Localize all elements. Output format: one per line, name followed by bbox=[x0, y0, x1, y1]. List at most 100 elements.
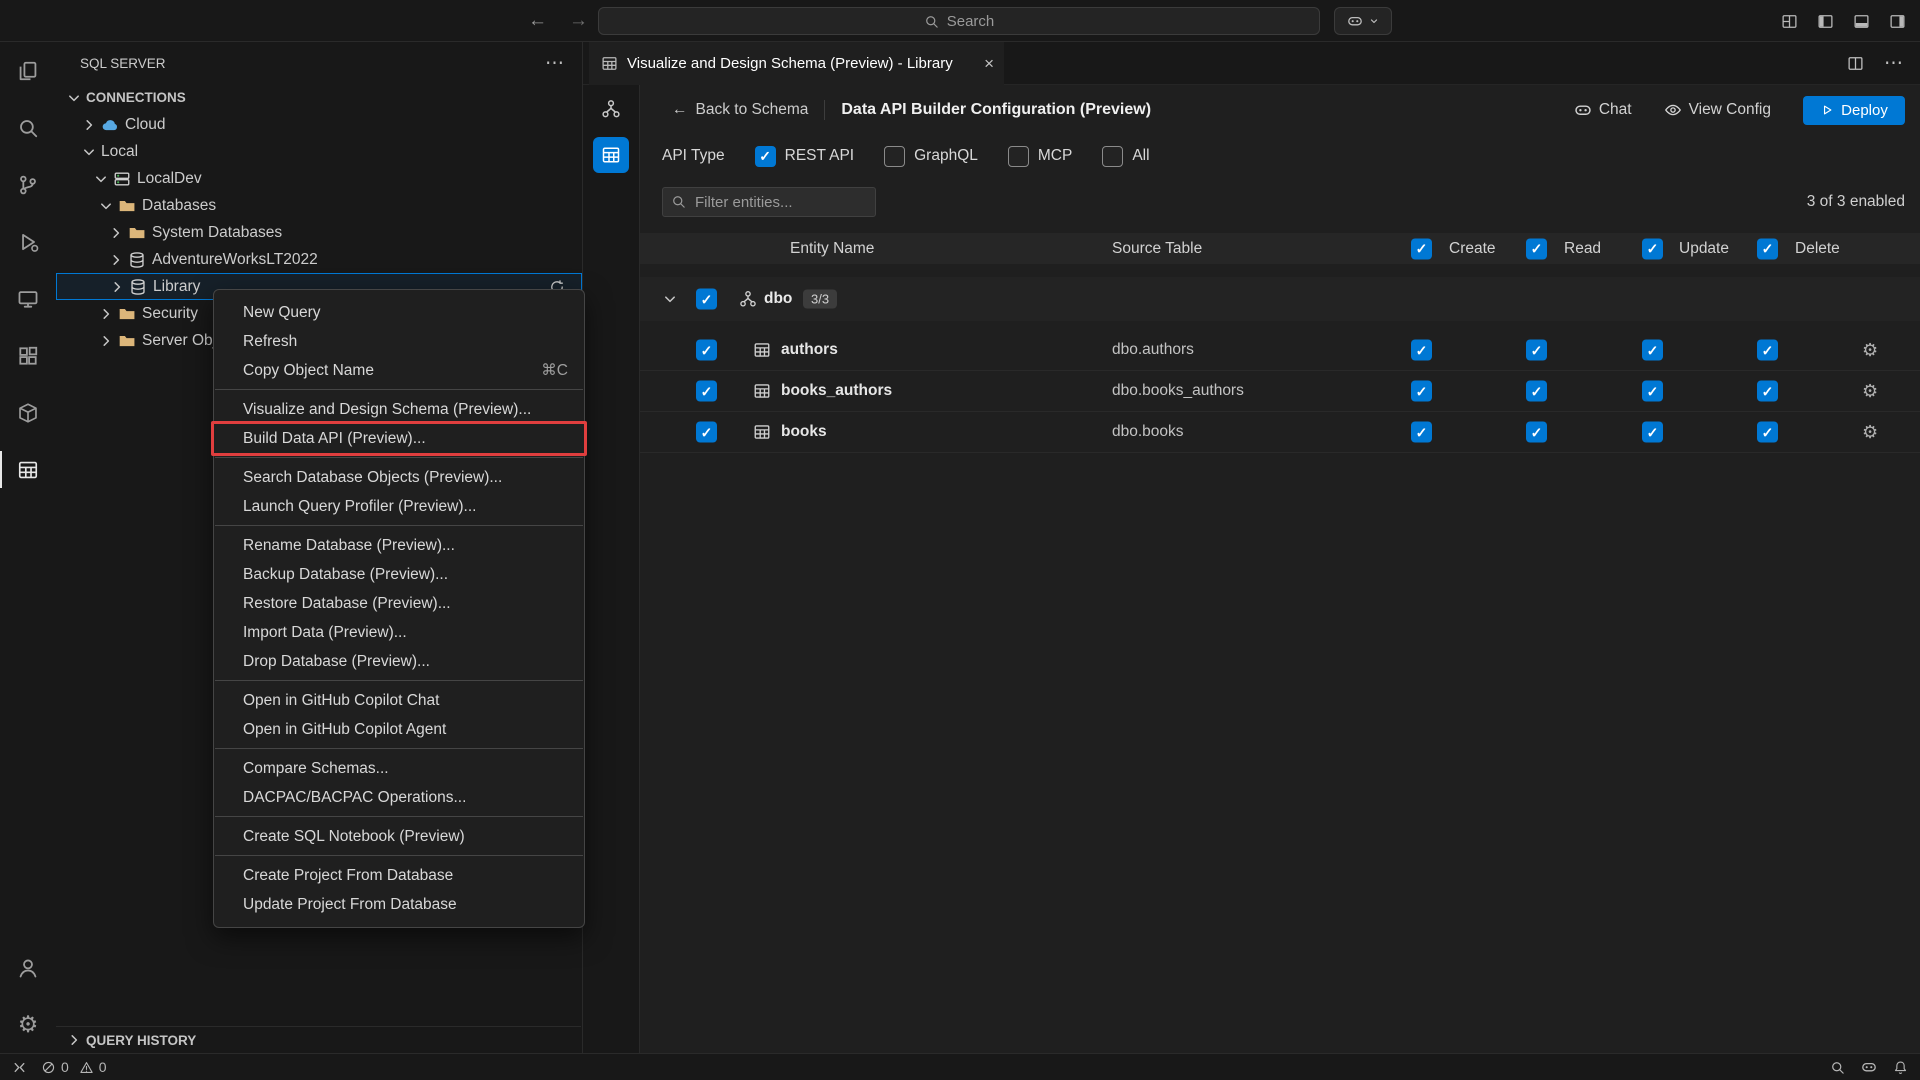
row-settings-gear-icon[interactable]: ⚙ bbox=[1862, 341, 1878, 359]
notifications[interactable] bbox=[1893, 1060, 1908, 1075]
command-center-search[interactable]: Search bbox=[598, 7, 1320, 35]
chat-button[interactable]: Chat bbox=[1574, 101, 1632, 119]
mcp-checkbox[interactable] bbox=[1008, 146, 1029, 167]
schema-group-row-dbo[interactable]: ✓ dbo 3/3 bbox=[640, 277, 1920, 321]
activity-run-debug[interactable] bbox=[0, 213, 56, 270]
copilot-status[interactable] bbox=[1861, 1059, 1877, 1075]
create-checkbox[interactable]: ✓ bbox=[1411, 422, 1432, 443]
activity-extensions[interactable] bbox=[0, 327, 56, 384]
read-checkbox[interactable]: ✓ bbox=[1526, 340, 1547, 361]
activity-settings[interactable]: ⚙ bbox=[0, 996, 56, 1053]
menu-item-launch-query-profiler[interactable]: Launch Query Profiler (Preview)... bbox=[214, 492, 584, 521]
deploy-button[interactable]: Deploy bbox=[1803, 96, 1905, 125]
toggle-panel-icon[interactable] bbox=[1853, 13, 1870, 30]
table-icon bbox=[753, 382, 771, 400]
api-option-all[interactable]: All bbox=[1102, 146, 1149, 167]
run-debug-icon bbox=[17, 231, 39, 253]
create-checkbox[interactable]: ✓ bbox=[1411, 381, 1432, 402]
menu-item-restore-database[interactable]: Restore Database (Preview)... bbox=[214, 589, 584, 618]
sidebar-more-actions[interactable]: ⋯ bbox=[545, 52, 564, 75]
delete-checkbox[interactable]: ✓ bbox=[1757, 381, 1778, 402]
query-history-section-header[interactable]: QUERY HISTORY bbox=[56, 1026, 581, 1053]
activity-search[interactable] bbox=[0, 99, 56, 156]
delete-checkbox[interactable]: ✓ bbox=[1757, 422, 1778, 443]
create-all-checkbox[interactable]: ✓ bbox=[1411, 238, 1432, 259]
group-checkbox[interactable]: ✓ bbox=[696, 289, 717, 310]
filter-entities-input[interactable] bbox=[662, 187, 876, 217]
tree-item-cloud[interactable]: Cloud bbox=[56, 111, 582, 138]
menu-item-create-project-from-database[interactable]: Create Project From Database bbox=[214, 861, 584, 890]
menu-item-compare-schemas[interactable]: Compare Schemas... bbox=[214, 754, 584, 783]
menu-item-search-database-objects[interactable]: Search Database Objects (Preview)... bbox=[214, 463, 584, 492]
view-config-button[interactable]: View Config bbox=[1664, 101, 1771, 119]
activity-remote-explorer[interactable] bbox=[0, 270, 56, 327]
read-checkbox[interactable]: ✓ bbox=[1526, 381, 1547, 402]
toggle-secondary-sidebar-icon[interactable] bbox=[1889, 13, 1906, 30]
zoom-indicator[interactable] bbox=[1830, 1060, 1845, 1075]
menu-item-import-data[interactable]: Import Data (Preview)... bbox=[214, 618, 584, 647]
menu-item-open-copilot-agent[interactable]: Open in GitHub Copilot Agent bbox=[214, 715, 584, 744]
tree-item-system-databases[interactable]: System Databases bbox=[56, 219, 582, 246]
tree-item-databases[interactable]: Databases bbox=[56, 192, 582, 219]
menu-item-refresh[interactable]: Refresh bbox=[214, 327, 584, 356]
rest-api-checkbox[interactable]: ✓ bbox=[755, 146, 776, 167]
row-checkbox[interactable]: ✓ bbox=[696, 381, 717, 402]
more-actions-icon[interactable]: ⋯ bbox=[1884, 54, 1903, 73]
activity-source-control[interactable] bbox=[0, 156, 56, 213]
close-icon[interactable]: × bbox=[984, 55, 994, 72]
menu-item-backup-database[interactable]: Backup Database (Preview)... bbox=[214, 560, 584, 589]
table-row-books-authors[interactable]: ✓ books_authors dbo.books_authors ✓ ✓ ✓ … bbox=[640, 371, 1920, 412]
menu-item-copy-object-name[interactable]: Copy Object Name⌘C bbox=[214, 356, 584, 385]
api-option-mcp[interactable]: MCP bbox=[1008, 146, 1072, 167]
tab-visualize-design-schema[interactable]: Visualize and Design Schema (Preview) - … bbox=[589, 42, 1004, 85]
nav-forward-icon[interactable]: → bbox=[569, 10, 588, 32]
menu-item-create-sql-notebook[interactable]: Create SQL Notebook (Preview) bbox=[214, 822, 584, 851]
create-checkbox[interactable]: ✓ bbox=[1411, 340, 1432, 361]
row-settings-gear-icon[interactable]: ⚙ bbox=[1862, 382, 1878, 400]
table-row-authors[interactable]: ✓ authors dbo.authors ✓ ✓ ✓ ✓ ⚙ bbox=[640, 330, 1920, 371]
row-checkbox[interactable]: ✓ bbox=[696, 422, 717, 443]
tree-item-local[interactable]: Local bbox=[56, 138, 582, 165]
connections-section-header[interactable]: CONNECTIONS bbox=[56, 84, 582, 111]
menu-item-rename-database[interactable]: Rename Database (Preview)... bbox=[214, 531, 584, 560]
row-checkbox[interactable]: ✓ bbox=[696, 340, 717, 361]
schema-diagram-view-button[interactable] bbox=[593, 91, 629, 127]
table-row-books[interactable]: ✓ books dbo.books ✓ ✓ ✓ ✓ ⚙ bbox=[640, 412, 1920, 453]
activity-database-projects[interactable] bbox=[0, 384, 56, 441]
row-settings-gear-icon[interactable]: ⚙ bbox=[1862, 423, 1878, 441]
menu-item-drop-database[interactable]: Drop Database (Preview)... bbox=[214, 647, 584, 676]
api-option-graphql[interactable]: GraphQL bbox=[884, 146, 978, 167]
customize-layout-icon[interactable] bbox=[1781, 13, 1798, 30]
remote-indicator[interactable] bbox=[12, 1060, 27, 1075]
read-all-checkbox[interactable]: ✓ bbox=[1526, 238, 1547, 259]
menu-item-visualize-design-schema[interactable]: Visualize and Design Schema (Preview)... bbox=[214, 395, 584, 424]
chevron-down-icon[interactable] bbox=[662, 291, 678, 307]
nav-back-icon[interactable]: ← bbox=[528, 10, 547, 32]
copilot-menu-button[interactable] bbox=[1334, 7, 1392, 35]
menu-item-build-data-api[interactable]: Build Data API (Preview)... bbox=[214, 424, 584, 453]
split-editor-icon[interactable] bbox=[1847, 55, 1864, 72]
graphql-checkbox[interactable] bbox=[884, 146, 905, 167]
menu-item-open-copilot-chat[interactable]: Open in GitHub Copilot Chat bbox=[214, 686, 584, 715]
update-checkbox[interactable]: ✓ bbox=[1642, 422, 1663, 443]
tree-item-localdev[interactable]: LocalDev bbox=[56, 165, 582, 192]
update-checkbox[interactable]: ✓ bbox=[1642, 340, 1663, 361]
all-checkbox[interactable] bbox=[1102, 146, 1123, 167]
menu-item-update-project-from-database[interactable]: Update Project From Database bbox=[214, 890, 584, 919]
activity-accounts[interactable] bbox=[0, 939, 56, 996]
data-api-view-button[interactable] bbox=[593, 137, 629, 173]
update-all-checkbox[interactable]: ✓ bbox=[1642, 238, 1663, 259]
api-option-rest[interactable]: ✓ REST API bbox=[755, 146, 855, 167]
delete-all-checkbox[interactable]: ✓ bbox=[1757, 238, 1778, 259]
menu-item-new-query[interactable]: New Query bbox=[214, 298, 584, 327]
activity-explorer[interactable] bbox=[0, 42, 56, 99]
update-checkbox[interactable]: ✓ bbox=[1642, 381, 1663, 402]
activity-sql-server[interactable] bbox=[0, 441, 56, 498]
back-to-schema-link[interactable]: ← Back to Schema bbox=[672, 101, 808, 119]
menu-item-dacpac-bacpac-operations[interactable]: DACPAC/BACPAC Operations... bbox=[214, 783, 584, 812]
read-checkbox[interactable]: ✓ bbox=[1526, 422, 1547, 443]
delete-checkbox[interactable]: ✓ bbox=[1757, 340, 1778, 361]
problems-indicator[interactable]: 0 0 bbox=[41, 1059, 107, 1075]
tree-item-adventureworkslt2022[interactable]: AdventureWorksLT2022 bbox=[56, 246, 582, 273]
toggle-primary-sidebar-icon[interactable] bbox=[1817, 13, 1834, 30]
